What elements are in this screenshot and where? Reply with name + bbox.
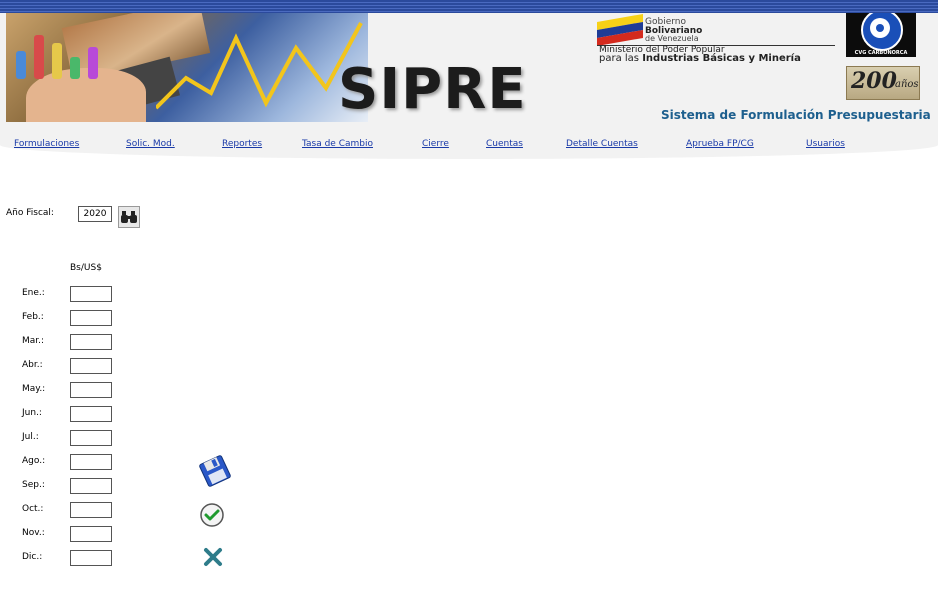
bar-chart-graphic xyxy=(16,19,116,79)
rate-input-nov[interactable] xyxy=(70,526,112,542)
rate-input-ago[interactable] xyxy=(70,454,112,470)
app-logo-title: SIPRE xyxy=(338,57,527,122)
rate-column-header: Bs/US$ xyxy=(70,263,102,273)
nav-solic-mod[interactable]: Solic. Mod. xyxy=(126,139,175,149)
month-label-abr: Abr.: xyxy=(22,360,43,370)
month-label-nov: Nov.: xyxy=(22,528,45,538)
venezuela-flag-icon xyxy=(597,13,643,48)
accept-button[interactable] xyxy=(199,502,225,532)
search-year-button[interactable] xyxy=(118,206,140,228)
checkmark-icon xyxy=(200,503,224,527)
nav-cierre[interactable]: Cierre xyxy=(422,139,449,149)
rate-input-jun[interactable] xyxy=(70,406,112,422)
rate-input-feb[interactable] xyxy=(70,310,112,326)
month-label-jul: Jul.: xyxy=(22,432,39,442)
ministry-line-2: para las Industrias Básicas y Minería xyxy=(599,53,801,64)
cancel-button[interactable] xyxy=(202,546,224,572)
gov-line-3: de Venezuela xyxy=(645,34,699,43)
rate-input-ene[interactable] xyxy=(70,286,112,302)
fiscal-year-input[interactable] xyxy=(78,206,112,222)
x-icon xyxy=(204,548,222,566)
nav-cuentas[interactable]: Cuentas xyxy=(486,139,523,149)
header-banner: SIPRE Gobierno Bolivariano de Venezuela … xyxy=(0,13,938,131)
trend-line-graphic xyxy=(156,22,363,110)
anniversary-word: años xyxy=(895,79,919,90)
rate-input-jul[interactable] xyxy=(70,430,112,446)
rate-input-dic[interactable] xyxy=(70,550,112,566)
month-label-ene: Ene.: xyxy=(22,288,45,298)
nav-tasa-de-cambio[interactable]: Tasa de Cambio xyxy=(302,139,373,149)
nav-formulaciones[interactable]: Formulaciones xyxy=(14,139,79,149)
rate-input-may[interactable] xyxy=(70,382,112,398)
month-label-mar: Mar.: xyxy=(22,336,45,346)
fiscal-year-label: Año Fiscal: xyxy=(6,208,54,218)
rate-input-oct[interactable] xyxy=(70,502,112,518)
app-subtitle: Sistema de Formulación Presupuestaria xyxy=(661,108,931,122)
nav-usuarios[interactable]: Usuarios xyxy=(806,139,845,149)
month-label-feb: Feb.: xyxy=(22,312,44,322)
top-stripe xyxy=(0,0,938,13)
anniversary-number: 200 xyxy=(851,68,897,94)
rate-input-sep[interactable] xyxy=(70,478,112,494)
month-label-jun: Jun.: xyxy=(22,408,42,418)
month-label-may: May.: xyxy=(22,384,46,394)
nav-reportes[interactable]: Reportes xyxy=(222,139,262,149)
ministry-prefix: para las xyxy=(599,53,640,64)
main-nav: Formulaciones Solic. Mod. Reportes Tasa … xyxy=(0,131,938,159)
government-logo: Gobierno Bolivariano de Venezuela Minist… xyxy=(597,13,837,70)
month-label-ago: Ago.: xyxy=(22,456,46,466)
nav-detalle-cuentas[interactable]: Detalle Cuentas xyxy=(566,139,638,149)
ministry-name: Industrias Básicas y Minería xyxy=(642,53,801,64)
cvg-carbonorca-logo: CVG CARBONORCA xyxy=(846,13,916,57)
cvg-logo-text: CVG CARBONORCA xyxy=(854,50,908,56)
month-label-oct: Oct.: xyxy=(22,504,44,514)
binoculars-icon xyxy=(121,211,137,223)
rate-input-mar[interactable] xyxy=(70,334,112,350)
rate-input-abr[interactable] xyxy=(70,358,112,374)
month-label-sep: Sep.: xyxy=(22,480,45,490)
floppy-disk-icon xyxy=(199,455,231,487)
banner-collage-image xyxy=(6,13,368,122)
save-button[interactable] xyxy=(198,454,232,492)
month-label-dic: Dic.: xyxy=(22,552,43,562)
nav-aprueba-fp-cg[interactable]: Aprueba FP/CG xyxy=(686,139,754,149)
anniversary-badge: 200 años xyxy=(846,66,920,100)
